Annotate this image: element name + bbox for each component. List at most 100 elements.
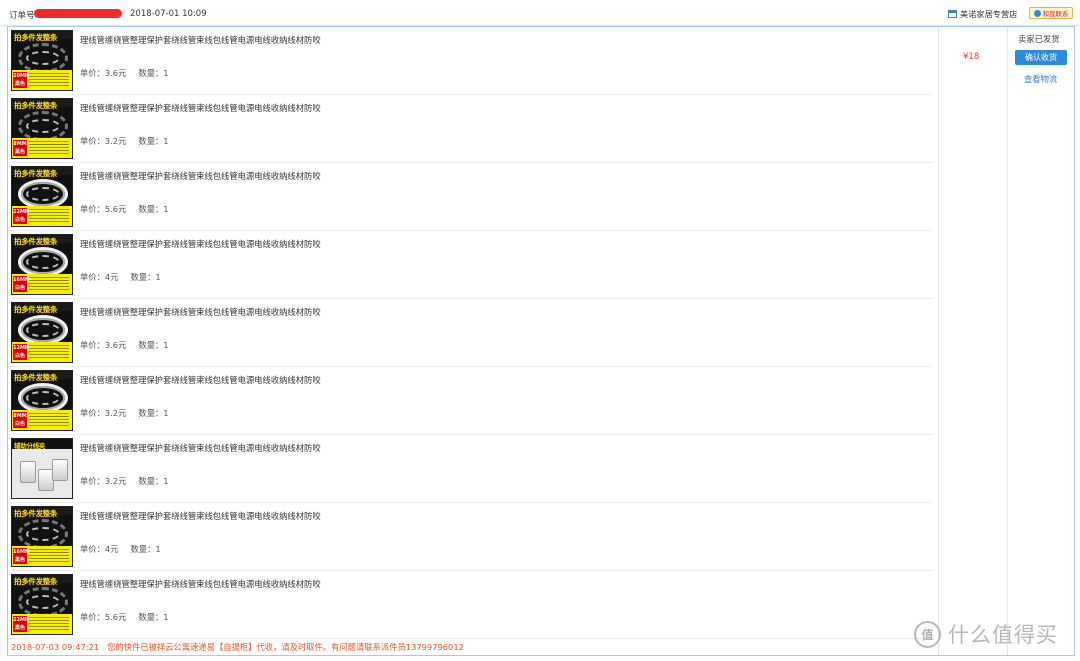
thumb-spec-lines (29, 549, 69, 563)
product-title-link[interactable]: 理线管缠绕管整理保护套绕线管束线包线管电源电线收纳线材防咬 (80, 102, 321, 114)
thumb-size-tag: 22MM 黑色 (13, 616, 30, 632)
product-meta: 单价：5.6元 数量：1 (80, 203, 169, 215)
thumb-size-tag: 12MM 白色 (13, 344, 30, 360)
order-item-row: 拍多件发整条 20MM 黑色 理线管缠绕管整理保护套绕线管束线包线管电源电线收纳… (8, 27, 932, 95)
order-item-row: 拍多件发整条 8MM 白色 理线管缠绕管整理保护套绕线管束线包线管电源电线收纳线… (8, 367, 932, 435)
product-thumbnail[interactable]: 拍多件发整条 8MM 白色 (11, 370, 73, 431)
unit-price: 单价：3.2元 (80, 476, 127, 486)
contact-seller-button[interactable]: 和我联系 (1029, 7, 1073, 19)
clip-shape (20, 461, 36, 483)
unit-price: 单价：3.6元 (80, 68, 127, 78)
thumb-banner-text: 拍多件发整条 (14, 33, 58, 42)
cable-coil-inner-shape (26, 119, 60, 133)
column-divider (1007, 27, 1008, 655)
product-meta: 单价：3.2元 数量：1 (80, 135, 169, 147)
product-meta: 单价：3.2元 数量：1 (80, 407, 169, 419)
product-title-link[interactable]: 理线管缠绕管整理保护套绕线管束线包线管电源电线收纳线材防咬 (80, 238, 321, 250)
order-item-row: 拍多件发整条 22MM 黑色 理线管缠绕管整理保护套绕线管束线包线管电源电线收纳… (8, 571, 932, 639)
cable-coil-inner-shape (26, 51, 60, 65)
thumb-size-tag: 16MM 白色 (13, 276, 30, 292)
thumb-size-tag: 22MM 白色 (13, 208, 30, 224)
thumb-size-tag: 20MM 黑色 (13, 72, 30, 88)
product-thumbnail[interactable]: 拍多件发整条 22MM 白色 (11, 166, 73, 227)
thumb-spec-lines (29, 209, 69, 223)
order-panel: 拍多件发整条 20MM 黑色 理线管缠绕管整理保护套绕线管束线包线管电源电线收纳… (7, 26, 1075, 656)
order-total-price: ¥18 (963, 52, 980, 62)
product-meta: 单价：3.6元 数量：1 (80, 339, 169, 351)
contact-label: 和我联系 (1042, 10, 1069, 18)
unit-price: 单价：5.6元 (80, 204, 127, 214)
quantity: 数量：1 (138, 408, 169, 418)
unit-price: 单价：3.2元 (80, 408, 127, 418)
delivery-notice-message: 您的快件已被祥云公寓速递易【自提柜】代收，请及时取件。有问题请联系派件员1379… (107, 642, 464, 652)
product-thumbnail[interactable]: 拍多件发整条 16MM 白色 (11, 234, 73, 295)
thumb-size-tag: 16MM 黑色 (13, 548, 30, 564)
order-items-list: 拍多件发整条 20MM 黑色 理线管缠绕管整理保护套绕线管束线包线管电源电线收纳… (8, 27, 932, 639)
product-meta: 单价：3.6元 数量：1 (80, 67, 169, 79)
unit-price: 单价：3.6元 (80, 340, 127, 350)
delivery-notice-time: 2018-07-03 09:47:21 (11, 642, 100, 652)
thumb-spec-lines (29, 345, 69, 359)
product-title-link[interactable]: 理线管缠绕管整理保护套绕线管束线包线管电源电线收纳线材防咬 (80, 170, 321, 182)
thumb-banner-text: 拍多件发整条 (14, 169, 58, 178)
order-number-redacted (34, 9, 122, 18)
cable-coil-inner-shape (26, 323, 60, 337)
unit-price: 单价：4元 (80, 544, 119, 554)
product-title-link[interactable]: 理线管缠绕管整理保护套绕线管束线包线管电源电线收纳线材防咬 (80, 34, 321, 46)
cable-coil-inner-shape (26, 187, 60, 201)
order-date: 2018-07-01 10:09 (130, 9, 207, 19)
view-logistics-link[interactable]: 查看物流 (1024, 73, 1057, 85)
cable-coil-inner-shape (26, 255, 60, 269)
product-title-link[interactable]: 理线管缠绕管整理保护套绕线管束线包线管电源电线收纳线材防咬 (80, 578, 321, 590)
clip-shape (52, 459, 68, 481)
thumb-spec-lines (29, 617, 69, 631)
thumb-banner-text: 拍多件发整条 (14, 373, 58, 382)
product-meta: 单价：4元 数量：1 (80, 543, 161, 555)
thumb-size-tag: 8MM 白色 (13, 412, 27, 428)
shop-name: 美诺家居专营店 (960, 9, 1018, 19)
product-title-link[interactable]: 理线管缠绕管整理保护套绕线管束线包线管电源电线收纳线材防咬 (80, 510, 321, 522)
order-item-row: 拍多件发整条 22MM 白色 理线管缠绕管整理保护套绕线管束线包线管电源电线收纳… (8, 163, 932, 231)
chat-icon (1033, 9, 1041, 17)
thumb-banner-text: 拍多件发整条 (14, 509, 58, 518)
unit-price: 单价：3.2元 (80, 136, 127, 146)
watermark-text: 什么值得买 (948, 623, 1058, 647)
watermark-logo-icon: 值 (914, 620, 941, 648)
thumb-spec-lines (29, 413, 69, 427)
order-number-label: 订单号 (9, 11, 35, 21)
thumb-banner-text: 辅助分线夹 (14, 442, 46, 450)
product-thumbnail[interactable]: 拍多件发整条 16MM 黑色 (11, 506, 73, 567)
confirm-receipt-button[interactable]: 确认收货 (1015, 50, 1067, 65)
quantity: 数量：1 (138, 612, 169, 622)
order-item-row: 辅助分线夹 理线管缠绕管整理保护套绕线管束线包线管电源电线收纳线材防咬 单价：3… (8, 435, 932, 503)
unit-price: 单价：5.6元 (80, 612, 127, 622)
thumb-banner-text: 拍多件发整条 (14, 237, 58, 246)
product-meta: 单价：5.6元 数量：1 (80, 611, 169, 623)
product-thumbnail[interactable]: 拍多件发整条 8MM 黑色 (11, 98, 73, 159)
unit-price: 单价：4元 (80, 272, 119, 282)
shop-link[interactable]: 美诺家居专营店 (948, 8, 1017, 20)
cable-coil-inner-shape (26, 527, 60, 541)
product-thumbnail[interactable]: 辅助分线夹 (11, 438, 73, 499)
thumb-spec-lines (29, 141, 69, 155)
product-meta: 单价：4元 数量：1 (80, 271, 161, 283)
thumb-spec-lines (29, 277, 69, 291)
cable-coil-inner-shape (26, 595, 60, 609)
thumb-banner-text: 拍多件发整条 (14, 577, 58, 586)
thumb-banner-text: 拍多件发整条 (14, 101, 58, 110)
quantity: 数量：1 (130, 544, 161, 554)
shop-icon (948, 10, 957, 18)
product-title-link[interactable]: 理线管缠绕管整理保护套绕线管束线包线管电源电线收纳线材防咬 (80, 374, 321, 386)
product-thumbnail[interactable]: 拍多件发整条 22MM 黑色 (11, 574, 73, 635)
quantity: 数量：1 (138, 340, 169, 350)
product-thumbnail[interactable]: 拍多件发整条 12MM 白色 (11, 302, 73, 363)
thumb-spec-lines (29, 73, 69, 87)
thumb-banner-text: 拍多件发整条 (14, 305, 58, 314)
order-item-row: 拍多件发整条 12MM 白色 理线管缠绕管整理保护套绕线管束线包线管电源电线收纳… (8, 299, 932, 367)
order-item-row: 拍多件发整条 16MM 黑色 理线管缠绕管整理保护套绕线管束线包线管电源电线收纳… (8, 503, 932, 571)
product-title-link[interactable]: 理线管缠绕管整理保护套绕线管束线包线管电源电线收纳线材防咬 (80, 306, 321, 318)
order-item-row: 拍多件发整条 16MM 白色 理线管缠绕管整理保护套绕线管束线包线管电源电线收纳… (8, 231, 932, 299)
product-title-link[interactable]: 理线管缠绕管整理保护套绕线管束线包线管电源电线收纳线材防咬 (80, 442, 321, 454)
product-thumbnail[interactable]: 拍多件发整条 20MM 黑色 (11, 30, 73, 91)
column-divider (938, 27, 939, 655)
